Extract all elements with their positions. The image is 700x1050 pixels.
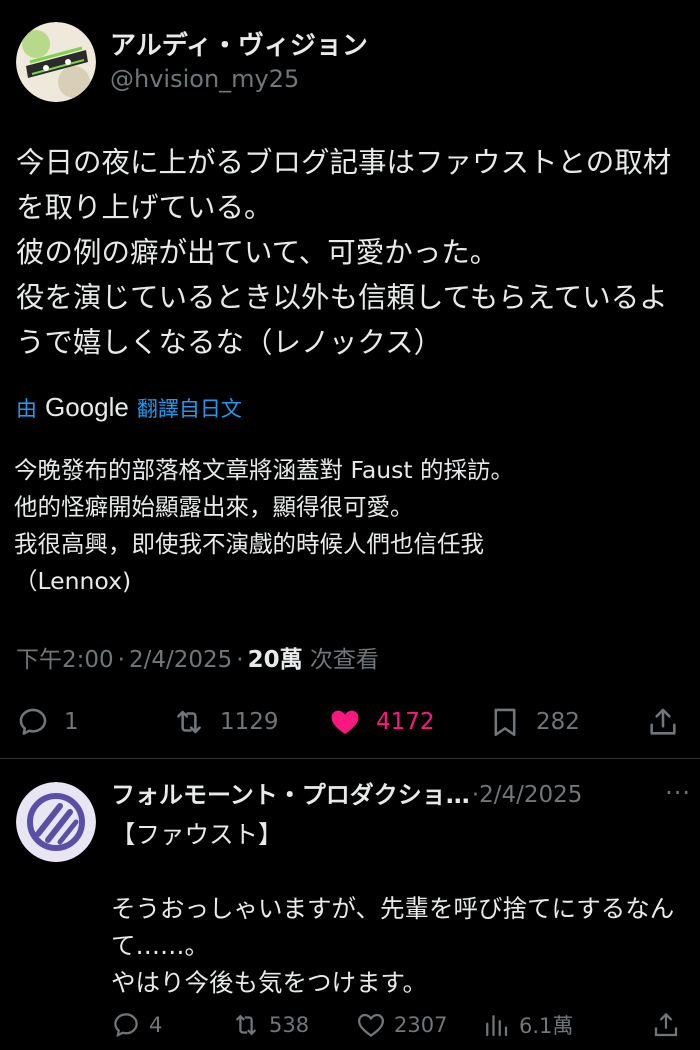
author-handle[interactable]: @hvision_my25 xyxy=(110,64,368,94)
post-date[interactable]: 2/4/2025 xyxy=(129,647,232,673)
bookmark-icon xyxy=(494,708,516,737)
reply-views-button[interactable]: 6.1萬 xyxy=(481,1010,573,1040)
divider xyxy=(0,758,700,759)
heart-filled-icon xyxy=(331,710,359,735)
translated-from-link[interactable]: 翻譯自日文 xyxy=(137,393,242,423)
like-button[interactable]: 4172 xyxy=(328,700,435,744)
google-logo: Google xyxy=(45,392,129,422)
heart-icon xyxy=(357,1013,385,1038)
translation-attribution: 由 Google 翻譯自日文 xyxy=(16,392,242,423)
like-count: 4172 xyxy=(376,709,435,735)
reply-like-button[interactable]: 2307 xyxy=(356,1010,447,1040)
reply-author-avatar[interactable] xyxy=(16,782,96,862)
views-icon xyxy=(486,1015,508,1037)
repost-button[interactable]: 1129 xyxy=(172,700,279,744)
reply-repost-button[interactable]: 538 xyxy=(231,1010,309,1040)
reply-count: 1 xyxy=(64,709,79,735)
reply-reply-count: 4 xyxy=(149,1013,163,1037)
share-icon xyxy=(650,708,676,735)
repost-count: 1129 xyxy=(220,709,279,735)
post-meta: 下午2:00 · 2/4/2025 · 20萬 次查看 xyxy=(16,647,379,673)
views-label: 次查看 xyxy=(309,647,379,673)
repost-icon xyxy=(235,1014,257,1036)
post-text: 今日の夜に上がるブログ記事はファウストとの取材を取り上げている。 彼の例の癖が出… xyxy=(16,146,672,359)
author-avatar[interactable] xyxy=(16,22,96,102)
reply-views-count: 6.1萬 xyxy=(519,1014,574,1038)
reply-author-name[interactable]: フォルモーント・プロダクショ… xyxy=(111,780,470,810)
reply-text: 【ファウスト】 そうおっしゃいますが、先輩を呼び捨てにするなんて……。 やはり今… xyxy=(111,820,675,997)
reply-icon xyxy=(114,1013,138,1038)
repost-icon xyxy=(177,710,201,734)
share-icon xyxy=(654,1012,678,1037)
reply-action-bar: 4 538 2307 6.1萬 xyxy=(111,1010,691,1050)
post-time[interactable]: 下午2:00 xyxy=(16,647,114,673)
author-avatar-logo xyxy=(16,22,96,102)
bookmark-button[interactable]: 282 xyxy=(488,700,580,744)
action-bar: 1 1129 4172 282 xyxy=(0,700,700,744)
author-display-name[interactable]: アルディ・ヴィジョン xyxy=(110,30,368,62)
reply-button[interactable]: 1 xyxy=(16,700,79,744)
reply-repost-count: 538 xyxy=(269,1013,310,1037)
reply-share-button[interactable] xyxy=(651,1010,681,1040)
views-count: 20萬 xyxy=(247,647,303,673)
reply-header: フォルモーント・プロダクショ… ·2/4/2025 ··· xyxy=(111,778,691,810)
translated-text: 今晚發布的部落格文章將涵蓋對 Faust 的採訪。 他的怪癖開始顯露出來，顯得很… xyxy=(14,456,515,595)
reply-reply-button[interactable]: 4 xyxy=(111,1010,162,1040)
bookmark-count: 282 xyxy=(536,709,580,735)
translation-by-label: 由 xyxy=(16,396,37,421)
reply-avatar-logo xyxy=(16,782,96,862)
reply-date: ·2/4/2025 xyxy=(471,782,583,808)
share-button[interactable] xyxy=(646,700,680,744)
reply-icon xyxy=(19,708,47,735)
post-header: アルディ・ヴィジョン @hvision_my25 xyxy=(16,22,368,102)
more-options-icon[interactable]: ··· xyxy=(665,778,691,808)
reply-like-count: 2307 xyxy=(394,1013,448,1037)
